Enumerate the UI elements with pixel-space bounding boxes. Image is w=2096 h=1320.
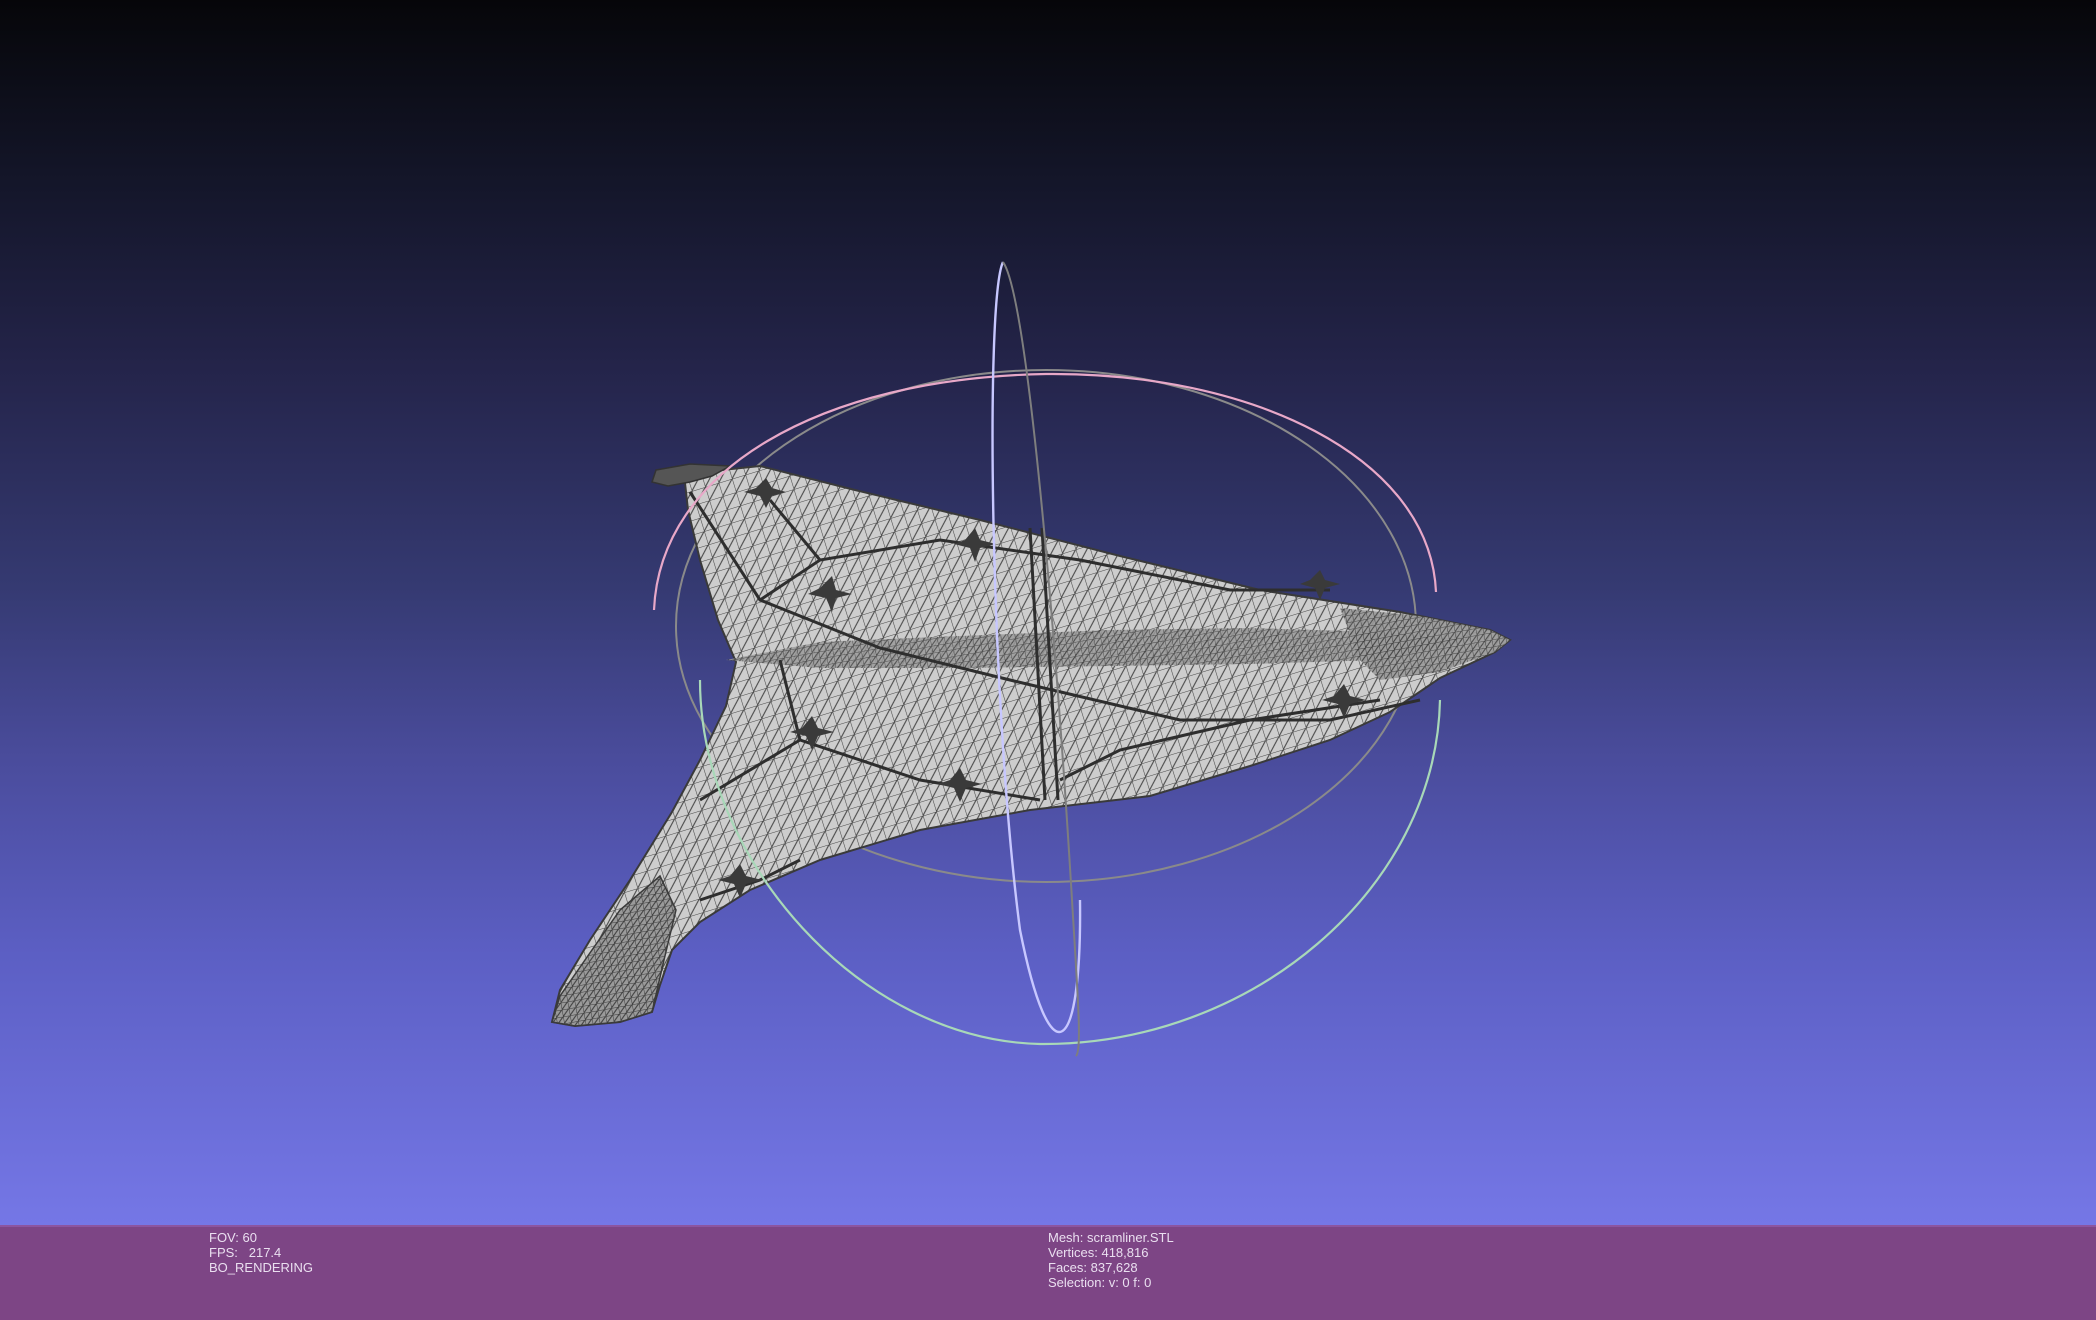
fps-label: FPS: 217.4 [209,1245,282,1260]
selection-label: Selection: v: 0 f: 0 [1048,1275,1152,1290]
mesh-info-panel: Mesh: scramliner.STL Vertices: 418,816 F… [1048,1230,1174,1290]
scene-canvas[interactable] [0,0,2096,1225]
fov-label: FOV: 60 [209,1230,257,1245]
info-status-bar: FOV: 60 FPS: 217.4 BO_RENDERING Mesh: sc… [0,1225,2096,1320]
3d-viewport[interactable] [0,0,2096,1225]
mesh-fin-bottom [551,874,677,1027]
mesh-name-label: Mesh: scramliner.STL [1048,1230,1174,1245]
render-info-panel: FOV: 60 FPS: 217.4 BO_RENDERING [209,1230,313,1275]
vertices-count-label: Vertices: 418,816 [1048,1245,1149,1260]
mesh-model[interactable] [550,463,1512,1028]
faces-count-label: Faces: 837,628 [1048,1260,1138,1275]
rendering-mode-label: BO_RENDERING [209,1260,314,1275]
